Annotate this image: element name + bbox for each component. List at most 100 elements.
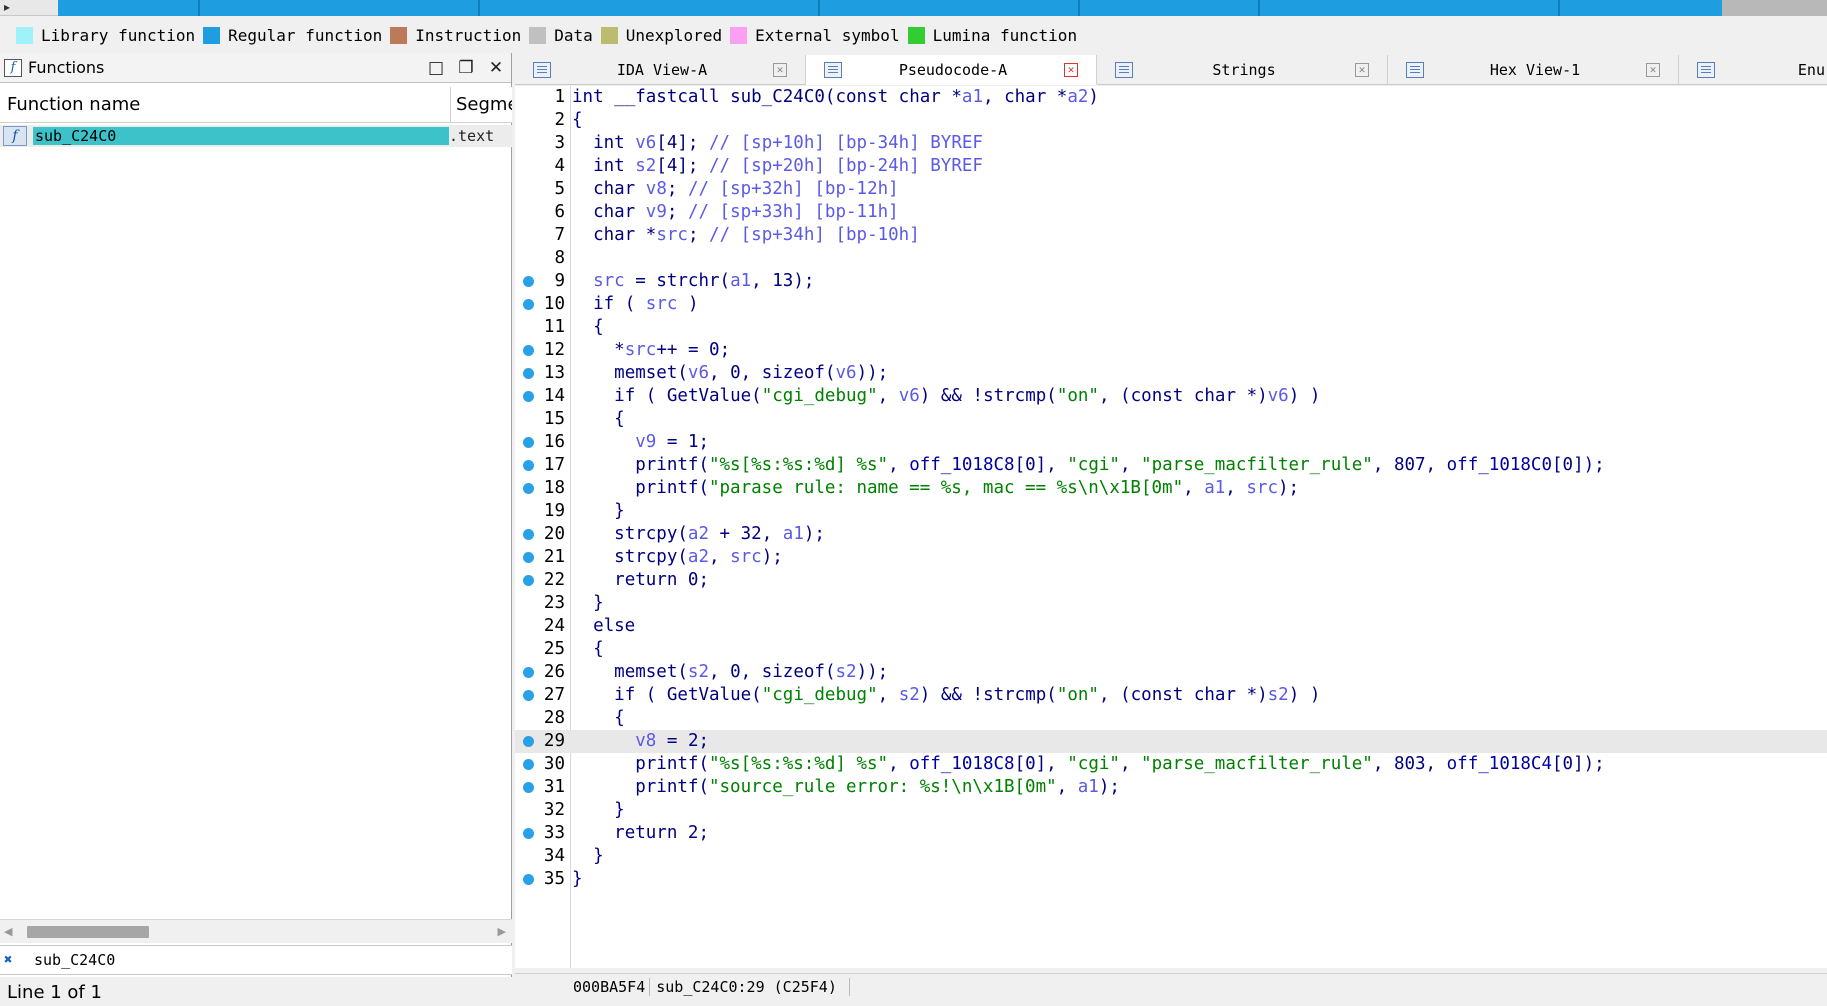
code-text[interactable]: printf("parase rule: name == %s, mac == …: [572, 477, 1299, 500]
code-line[interactable]: 33 return 2;: [515, 822, 1827, 845]
column-header-function-name[interactable]: Function name: [0, 86, 451, 123]
code-text[interactable]: int v6[4]; // [sp+10h] [bp-34h] BYREF: [572, 132, 983, 155]
code-line[interactable]: 18 printf("parase rule: name == %s, mac …: [515, 477, 1827, 500]
code-line[interactable]: 26 memset(s2, 0, sizeof(s2));: [515, 661, 1827, 684]
code-text[interactable]: {: [572, 638, 604, 661]
tab-strings[interactable]: Strings ✕: [1097, 55, 1388, 85]
tab-close-icon[interactable]: ✕: [773, 63, 787, 77]
code-text[interactable]: int __fastcall sub_C24C0(const char *a1,…: [572, 86, 1099, 109]
code-line[interactable]: 21 strcpy(a2, src);: [515, 546, 1827, 569]
code-line[interactable]: 35}: [515, 868, 1827, 891]
tab-hex-view-1[interactable]: Hex View-1 ✕: [1388, 55, 1679, 85]
code-line[interactable]: 20 strcpy(a2 + 32, a1);: [515, 523, 1827, 546]
code-text[interactable]: if ( GetValue("cgi_debug", v6) && !strcm…: [572, 385, 1320, 408]
scroll-right-icon[interactable]: ▶: [498, 925, 506, 938]
code-text[interactable]: }: [572, 500, 625, 523]
code-line[interactable]: 10 if ( src ): [515, 293, 1827, 316]
maximize-icon[interactable]: □: [421, 58, 451, 78]
code-line[interactable]: 32 }: [515, 799, 1827, 822]
code-line[interactable]: 28 {: [515, 707, 1827, 730]
nav-arrow-icon[interactable]: ▸: [4, 0, 28, 16]
code-line[interactable]: 3 int v6[4]; // [sp+10h] [bp-34h] BYREF: [515, 132, 1827, 155]
code-text[interactable]: if ( GetValue("cgi_debug", s2) && !strcm…: [572, 684, 1320, 707]
code-text[interactable]: int s2[4]; // [sp+20h] [bp-24h] BYREF: [572, 155, 983, 178]
code-line[interactable]: 22 return 0;: [515, 569, 1827, 592]
code-text[interactable]: else: [572, 615, 635, 638]
scroll-left-icon[interactable]: ◀: [4, 925, 12, 938]
code-text[interactable]: char v9; // [sp+33h] [bp-11h]: [572, 201, 899, 224]
nav-band-functions[interactable]: [58, 0, 1722, 16]
code-line[interactable]: 13 memset(v6, 0, sizeof(v6));: [515, 362, 1827, 385]
line-number: 10: [543, 294, 565, 314]
code-text[interactable]: }: [572, 868, 583, 891]
code-line[interactable]: 2{: [515, 109, 1827, 132]
code-text[interactable]: return 2;: [572, 822, 709, 845]
code-line[interactable]: 7 char *src; // [sp+34h] [bp-10h]: [515, 224, 1827, 247]
code-text[interactable]: printf("source_rule error: %s!\n\x1B[0m"…: [572, 776, 1120, 799]
tab-enu[interactable]: Enu: [1679, 55, 1825, 85]
code-text[interactable]: *src++ = 0;: [572, 339, 730, 362]
tab-close-icon[interactable]: ✕: [1064, 62, 1078, 77]
code-text[interactable]: printf("%s[%s:%s:%d] %s", off_1018C8[0],…: [572, 753, 1604, 776]
code-line[interactable]: 29 v8 = 2;: [515, 730, 1827, 753]
code-text[interactable]: memset(s2, 0, sizeof(s2));: [572, 661, 888, 684]
code-text[interactable]: return 0;: [572, 569, 709, 592]
code-line[interactable]: 25 {: [515, 638, 1827, 661]
code-text[interactable]: v9 = 1;: [572, 431, 709, 454]
functions-pane: f Functions □ ❐ ✕ Function name Segme f …: [0, 53, 512, 1006]
code-line[interactable]: 17 printf("%s[%s:%s:%d] %s", off_1018C8[…: [515, 454, 1827, 477]
column-header-segment[interactable]: Segme: [451, 94, 512, 115]
pseudocode-editor[interactable]: 1 int __fastcall sub_C24C0(const char *a1…: [515, 86, 1827, 968]
code-line[interactable]: 6 char v9; // [sp+33h] [bp-11h]: [515, 201, 1827, 224]
code-line[interactable]: 31 printf("source_rule error: %s!\n\x1B[…: [515, 776, 1827, 799]
code-text[interactable]: char v8; // [sp+32h] [bp-12h]: [572, 178, 899, 201]
code-line[interactable]: 9 src = strchr(a1, 13);: [515, 270, 1827, 293]
clear-filter-icon[interactable]: ✖: [4, 952, 20, 968]
code-line[interactable]: 34 }: [515, 845, 1827, 868]
code-line[interactable]: 24 else: [515, 615, 1827, 638]
tab-ida-view-a[interactable]: IDA View-A ✕: [515, 55, 806, 85]
code-text[interactable]: }: [572, 592, 604, 615]
code-text[interactable]: if ( src ): [572, 293, 698, 316]
code-line[interactable]: 8: [515, 247, 1827, 270]
tab-close-icon[interactable]: ✕: [1646, 63, 1660, 77]
code-line[interactable]: 11 {: [515, 316, 1827, 339]
code-text[interactable]: printf("%s[%s:%s:%d] %s", off_1018C8[0],…: [572, 454, 1604, 477]
tab-close-icon[interactable]: ✕: [1355, 63, 1369, 77]
code-line[interactable]: 1 int __fastcall sub_C24C0(const char *a1…: [515, 86, 1827, 109]
function-row[interactable]: f sub_C24C0 .text: [0, 125, 512, 147]
navigation-band[interactable]: ▸: [0, 0, 1827, 16]
function-filter-input[interactable]: sub_C24C0: [34, 951, 115, 969]
code-line[interactable]: 27 if ( GetValue("cgi_debug", s2) && !st…: [515, 684, 1827, 707]
restore-icon[interactable]: ❐: [451, 58, 481, 78]
code-text[interactable]: strcpy(a2 + 32, a1);: [572, 523, 825, 546]
code-text[interactable]: }: [572, 799, 625, 822]
code-line[interactable]: 12 *src++ = 0;: [515, 339, 1827, 362]
code-line[interactable]: 19 }: [515, 500, 1827, 523]
horizontal-scrollbar[interactable]: ◀ ▶: [0, 919, 512, 943]
code-text[interactable]: v8 = 2;: [572, 730, 709, 753]
code-line[interactable]: 4 int s2[4]; // [sp+20h] [bp-24h] BYREF: [515, 155, 1827, 178]
tab-pseudocode-a[interactable]: Pseudocode-A ✕: [806, 55, 1097, 85]
code-text[interactable]: {: [572, 408, 625, 431]
code-text[interactable]: src = strchr(a1, 13);: [572, 270, 814, 293]
code-line[interactable]: 5 char v8; // [sp+32h] [bp-12h]: [515, 178, 1827, 201]
nav-band-data[interactable]: [1722, 0, 1827, 16]
code-text[interactable]: {: [572, 707, 625, 730]
code-text[interactable]: strcpy(a2, src);: [572, 546, 783, 569]
scrollbar-thumb[interactable]: [27, 926, 149, 938]
function-filter-bar[interactable]: ✖ sub_C24C0: [0, 945, 512, 975]
code-line[interactable]: 30 printf("%s[%s:%s:%d] %s", off_1018C8[…: [515, 753, 1827, 776]
code-line[interactable]: 16 v9 = 1;: [515, 431, 1827, 454]
code-line[interactable]: 23 }: [515, 592, 1827, 615]
code-line[interactable]: 15 {: [515, 408, 1827, 431]
code-text[interactable]: char *src; // [sp+34h] [bp-10h]: [572, 224, 920, 247]
code-text[interactable]: memset(v6, 0, sizeof(v6));: [572, 362, 888, 385]
code-text[interactable]: }: [572, 845, 604, 868]
code-text[interactable]: {: [572, 316, 604, 339]
line-number: 9: [554, 271, 565, 291]
code-line[interactable]: 14 if ( GetValue("cgi_debug", v6) && !st…: [515, 385, 1827, 408]
close-icon[interactable]: ✕: [481, 58, 511, 78]
code-text[interactable]: {: [572, 109, 583, 132]
line-number: 13: [543, 363, 565, 383]
